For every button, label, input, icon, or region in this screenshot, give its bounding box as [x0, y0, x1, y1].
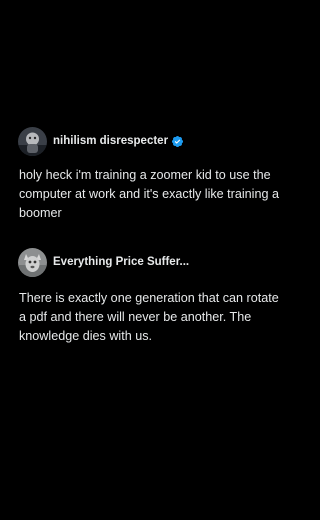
post-card[interactable]: nihilism disrespecter holy heck i'm trai…	[18, 126, 280, 223]
post-header: Everything Price Suffer...	[18, 247, 280, 277]
author-name[interactable]: Everything Price Suffer...	[53, 256, 189, 268]
post-text: holy heck i'm training a zoomer kid to u…	[19, 168, 279, 220]
user-avatar-icon[interactable]	[18, 126, 47, 156]
post-text: There is exactly one generation that can…	[19, 291, 279, 343]
screenshot-canvas: { "posts": [ { "author": "nihilism disre…	[0, 0, 292, 520]
verified-badge-icon	[171, 135, 184, 148]
post-header: nihilism disrespecter	[18, 126, 280, 156]
author-name[interactable]: nihilism disrespecter	[53, 135, 168, 147]
user-avatar-icon[interactable]	[18, 247, 47, 277]
post-card[interactable]: Everything Price Suffer... There is exac…	[18, 247, 280, 346]
